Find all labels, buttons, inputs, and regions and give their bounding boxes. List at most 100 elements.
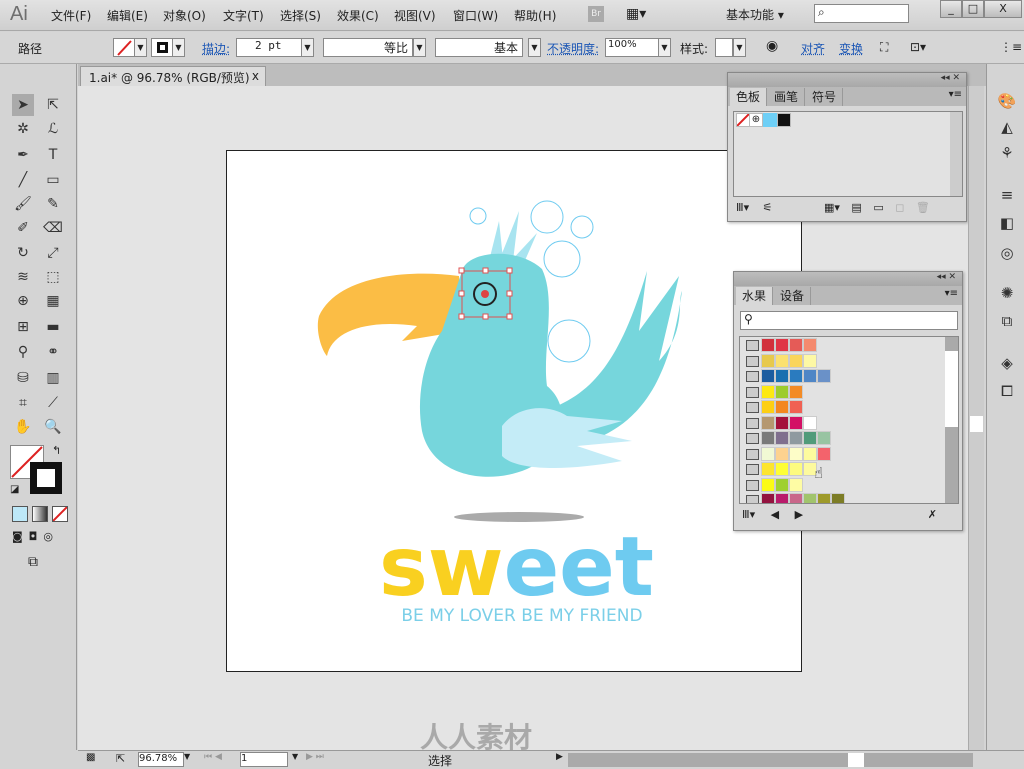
close-button[interactable]: X bbox=[984, 0, 1022, 18]
color-swatch[interactable] bbox=[761, 384, 775, 399]
color-swatch[interactable] bbox=[789, 353, 803, 368]
horizontal-scrollbar[interactable] bbox=[568, 753, 973, 767]
color-swatch[interactable] bbox=[761, 431, 775, 445]
symbol-sprayer-tool-icon[interactable]: ⛁ bbox=[12, 367, 34, 389]
color-guide-icon[interactable]: ◭ bbox=[997, 118, 1017, 138]
fill-dropdown[interactable]: ▼ bbox=[134, 38, 147, 57]
zoom-tool-icon[interactable]: 🔍 bbox=[42, 416, 64, 438]
bridge-button[interactable]: Br bbox=[588, 6, 604, 22]
color-swatch[interactable] bbox=[775, 369, 789, 383]
first-artboard-icon[interactable]: ⏮ ◀ bbox=[204, 752, 222, 762]
color-swatch[interactable] bbox=[817, 493, 831, 503]
swatches-scrollbar[interactable] bbox=[950, 112, 962, 196]
color-swatch[interactable] bbox=[789, 477, 803, 492]
color-swatch[interactable] bbox=[761, 462, 775, 476]
color-swatch[interactable] bbox=[789, 400, 803, 414]
opacity-input[interactable]: 100% bbox=[605, 38, 659, 57]
direct-selection-tool-icon[interactable]: ⇱ bbox=[42, 94, 64, 116]
hand-tool-icon[interactable]: ✋ bbox=[12, 416, 34, 438]
color-swatch[interactable] bbox=[775, 353, 789, 368]
gpu-icon[interactable]: ▩ bbox=[86, 752, 95, 763]
free-transform-tool-icon[interactable]: ⬚ bbox=[42, 266, 64, 288]
color-swatch[interactable] bbox=[803, 369, 817, 383]
show-kinds-icon[interactable]: ⚟ bbox=[763, 201, 773, 214]
rotate-tool-icon[interactable]: ↻ bbox=[12, 242, 34, 264]
magic-wand-tool-icon[interactable]: ✲ bbox=[12, 118, 34, 140]
pencil-tool-icon[interactable]: ✎ bbox=[42, 193, 64, 215]
delete-swatch-icon[interactable]: 🗑 bbox=[916, 201, 930, 214]
shape-builder-tool-icon[interactable]: ⊕ bbox=[12, 290, 34, 312]
slice-tool-icon[interactable]: ⟋ bbox=[42, 392, 64, 414]
panel-header[interactable]: ◂◂ ✕ bbox=[734, 272, 962, 286]
none-mode-icon[interactable] bbox=[52, 506, 68, 522]
rectangle-tool-icon[interactable]: ▭ bbox=[42, 169, 64, 191]
gradient-icon[interactable]: ◧ bbox=[997, 214, 1017, 234]
lasso-tool-icon[interactable]: ℒ bbox=[42, 118, 64, 140]
stroke-icon[interactable]: ≡ bbox=[997, 186, 1017, 206]
color-swatch[interactable] bbox=[775, 477, 789, 492]
swatch-black[interactable] bbox=[777, 113, 791, 127]
color-swatch[interactable] bbox=[803, 446, 817, 461]
eyedropper-tool-icon[interactable]: ⚲ bbox=[12, 341, 34, 363]
graphic-style-swatch[interactable] bbox=[715, 38, 733, 57]
stroke-color-indicator[interactable] bbox=[30, 462, 62, 494]
color-swatch[interactable] bbox=[789, 415, 803, 430]
perspective-grid-tool-icon[interactable]: ▦ bbox=[42, 290, 64, 312]
list-scrollbar[interactable] bbox=[945, 337, 958, 503]
color-swatch[interactable] bbox=[761, 369, 775, 383]
maximize-button[interactable]: □ bbox=[962, 0, 984, 18]
color-swatch[interactable] bbox=[789, 369, 803, 383]
color-swatch[interactable] bbox=[817, 369, 831, 383]
color-swatch[interactable] bbox=[761, 400, 775, 414]
swap-colors-icon[interactable]: ↰ bbox=[52, 444, 61, 457]
artboard-tool-icon[interactable]: ⌗ bbox=[12, 392, 34, 414]
color-swatch[interactable] bbox=[789, 431, 803, 445]
panel-menu-icon[interactable]: ▾≡ bbox=[949, 89, 962, 100]
scrollbar-thumb[interactable] bbox=[970, 416, 983, 432]
appearance-icon[interactable]: ✺ bbox=[997, 284, 1017, 304]
color-swatch[interactable] bbox=[775, 493, 789, 503]
menu-window[interactable]: 窗口(W) bbox=[453, 7, 498, 24]
gradient-mode-icon[interactable] bbox=[32, 506, 48, 522]
swatch-none[interactable] bbox=[736, 113, 750, 127]
isolate-icon[interactable]: ⛶ bbox=[880, 40, 888, 55]
color-swatch[interactable] bbox=[761, 493, 775, 503]
column-graph-tool-icon[interactable]: ▥ bbox=[42, 367, 64, 389]
color-swatch[interactable] bbox=[775, 462, 789, 476]
bird-artwork[interactable]: sweet BE MY LOVER BE MY FRIEND bbox=[227, 151, 803, 673]
color-swatch[interactable] bbox=[775, 431, 789, 445]
profile-dropdown[interactable]: ▼ bbox=[413, 38, 426, 57]
color-swatch[interactable] bbox=[775, 338, 789, 352]
folder-icon[interactable]: ▭ bbox=[873, 201, 883, 214]
select-similar-icon[interactable]: ⊡▾ bbox=[910, 40, 926, 54]
color-swatch[interactable] bbox=[803, 353, 817, 368]
color-swatch[interactable] bbox=[817, 431, 831, 445]
swatch-options-icon[interactable]: ▦▾ bbox=[824, 201, 840, 214]
color-swatch[interactable] bbox=[775, 415, 789, 430]
artboard[interactable]: sweet BE MY LOVER BE MY FRIEND bbox=[226, 150, 802, 672]
scrollbar-thumb[interactable] bbox=[848, 753, 864, 767]
color-swatch[interactable] bbox=[775, 446, 789, 461]
color-swatch[interactable] bbox=[831, 493, 845, 503]
menu-effect[interactable]: 效果(C) bbox=[337, 7, 379, 24]
variable-width-profile[interactable]: 等比 bbox=[323, 38, 413, 57]
blob-brush-tool-icon[interactable]: ✐ bbox=[12, 217, 34, 239]
selection-tool-icon[interactable]: ➤ bbox=[12, 94, 34, 116]
color-swatch[interactable] bbox=[817, 446, 831, 461]
help-search-input[interactable]: ⌕ bbox=[814, 4, 909, 23]
line-tool-icon[interactable]: ╱ bbox=[12, 169, 34, 191]
control-menu-icon[interactable]: ⋮≡ bbox=[1000, 40, 1022, 54]
menu-edit[interactable]: 编辑(E) bbox=[107, 7, 148, 24]
menu-view[interactable]: 视图(V) bbox=[394, 7, 436, 24]
zoom-input[interactable]: 96.78% bbox=[138, 752, 184, 767]
menu-type[interactable]: 文字(T) bbox=[223, 7, 264, 24]
color-swatch[interactable] bbox=[775, 400, 789, 414]
width-tool-icon[interactable]: ≋ bbox=[12, 266, 34, 288]
zoom-dropdown[interactable]: ▼ bbox=[184, 752, 190, 761]
default-colors-icon[interactable]: ◪ bbox=[10, 484, 19, 495]
stroke-label[interactable]: 描边: bbox=[202, 40, 230, 57]
stroke-swatch[interactable] bbox=[151, 38, 173, 57]
next-artboard-icon[interactable]: ▶ ⏭ bbox=[306, 752, 324, 762]
color-swatch[interactable] bbox=[789, 462, 803, 476]
stroke-dropdown[interactable]: ▼ bbox=[172, 38, 185, 57]
